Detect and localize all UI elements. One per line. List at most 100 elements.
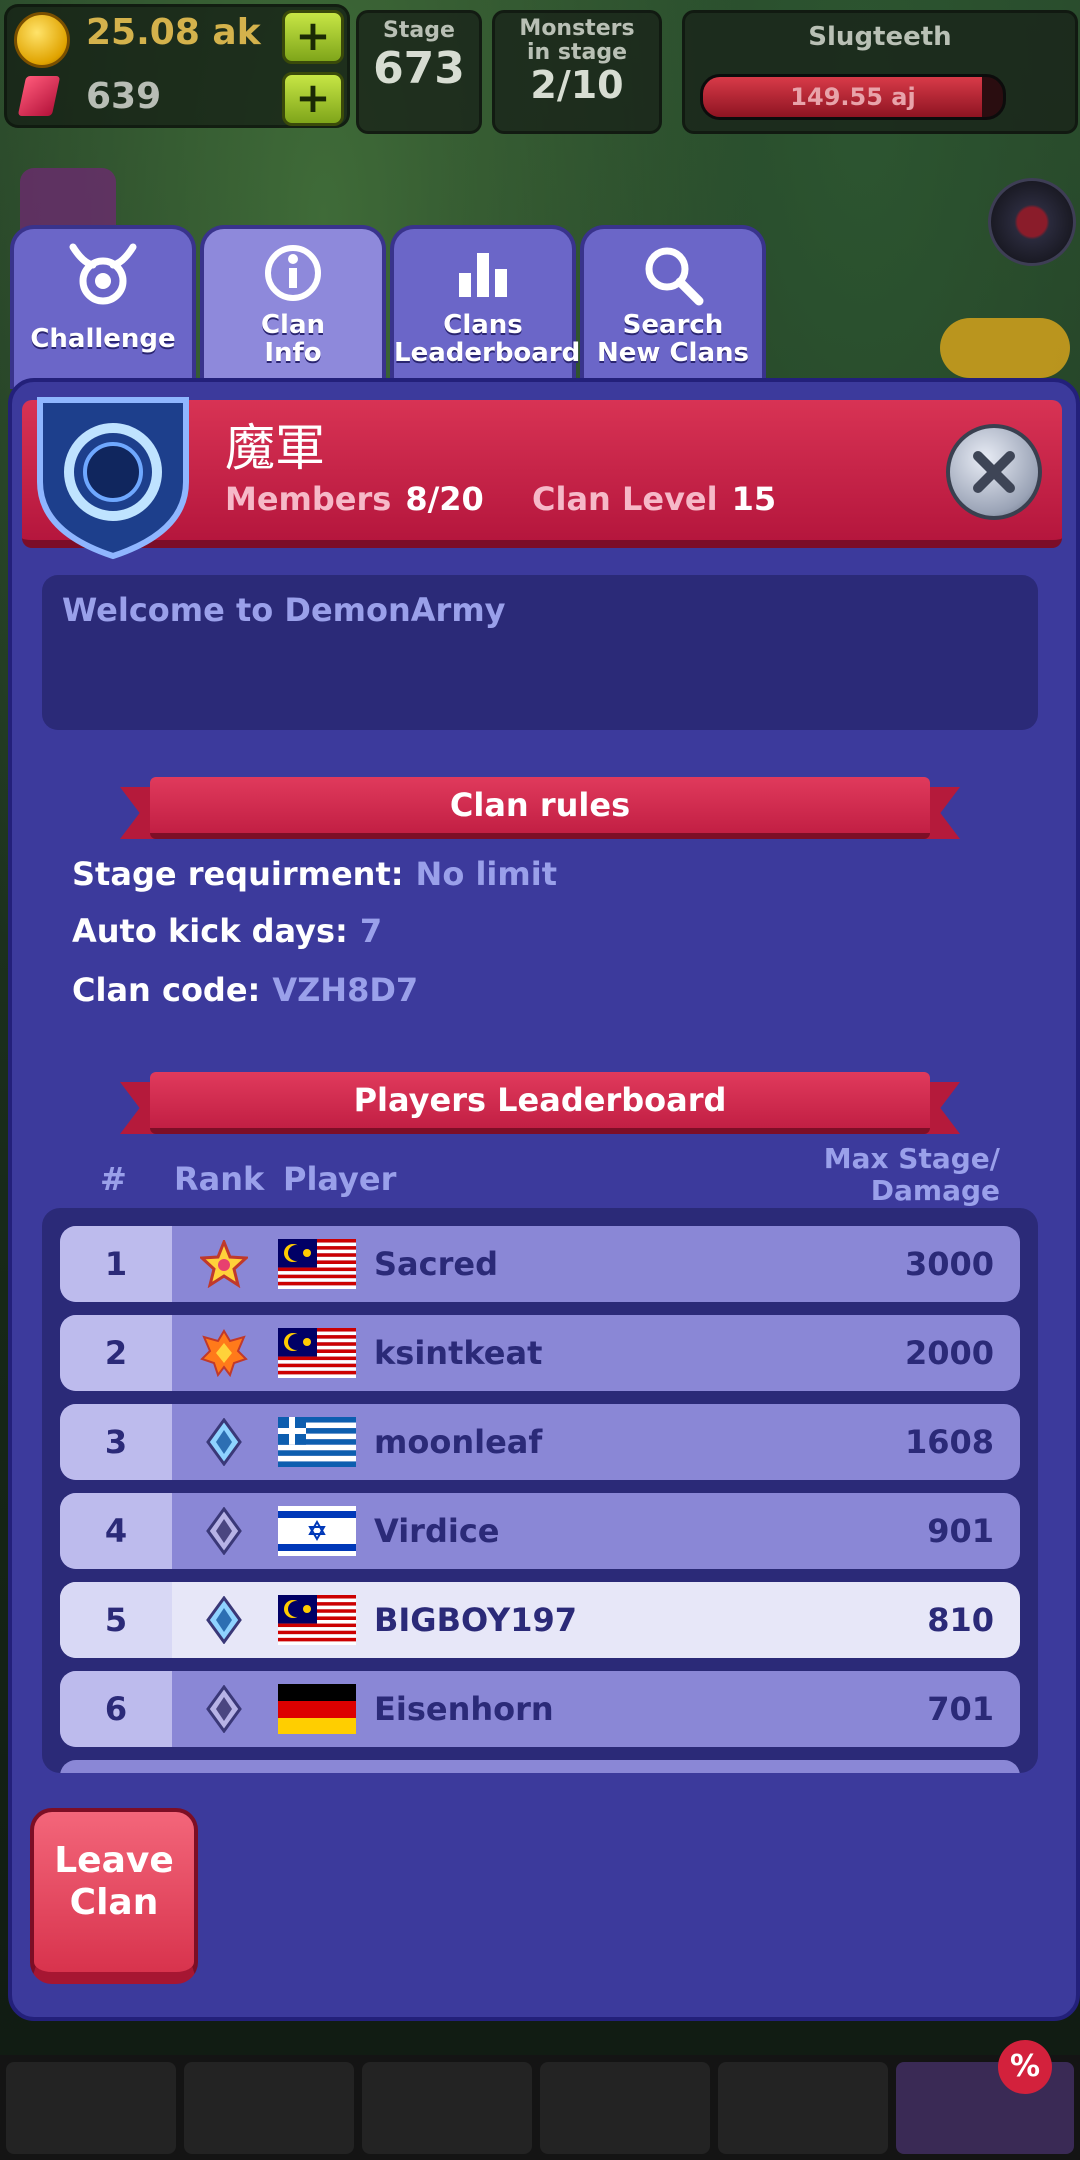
nav-artifacts-button[interactable]: [718, 2062, 888, 2154]
blue-diamond-icon: [206, 1418, 242, 1466]
tab-search-line-2: New Clans: [597, 338, 749, 368]
tab-clan-info-label: Clan Info: [204, 311, 382, 367]
leaderboard-row[interactable]: 2 ksintkeat 2000: [60, 1315, 1020, 1391]
close-icon: [973, 451, 1015, 493]
row-number: 2: [60, 1315, 172, 1391]
monsters-label-2: in stage: [527, 40, 627, 65]
info-icon: [265, 245, 321, 301]
clan-level-value: 15: [731, 480, 777, 518]
player-score: 701: [927, 1690, 994, 1728]
leave-clan-button[interactable]: Leave Clan: [30, 1808, 198, 1984]
close-button[interactable]: [946, 424, 1042, 520]
tab-search-new-clans-label: Search New Clans: [584, 311, 762, 367]
player-name: Virdice: [374, 1512, 500, 1550]
gold-amount: 25.08 ak: [86, 12, 261, 53]
tab-challenge[interactable]: Challenge: [10, 225, 196, 389]
leaderboard-row[interactable]: 1 Sacred 3000: [60, 1226, 1020, 1302]
flag-malaysia-icon: [278, 1239, 356, 1289]
members-label: Members: [225, 480, 392, 518]
purple-diamond-icon: [206, 1685, 242, 1733]
column-number: #: [100, 1160, 127, 1198]
player-score: 1608: [904, 1423, 994, 1461]
rule-stage: Stage requirment: No limit: [72, 855, 557, 893]
leaderboard-row[interactable]: 6 Eisenhorn 701: [60, 1671, 1020, 1747]
flag-greece-icon: [278, 1417, 356, 1467]
monsters-box: Monsters in stage 2/10: [492, 10, 662, 134]
search-icon: [645, 247, 704, 306]
gold-star-icon: [200, 1240, 248, 1288]
leave-label-2: Clan: [69, 1882, 159, 1923]
clan-shield-icon: [37, 397, 189, 560]
rule-code: Clan code: VZH8D7: [72, 971, 418, 1009]
player-score: 810: [927, 1601, 994, 1639]
blue-diamond-icon: [206, 1596, 242, 1644]
column-score: Max Stage/ Damage: [780, 1143, 1000, 1207]
horned-swirl-icon: [69, 243, 137, 305]
stage-label: Stage: [383, 18, 455, 43]
rule-stage-label: Stage requirment:: [72, 855, 404, 893]
row-number: 5: [60, 1582, 172, 1658]
clan-level-stat: Clan Level 15: [532, 480, 776, 518]
column-score-line-1: Max Stage/: [823, 1142, 1000, 1175]
shop-sale-badge: %: [998, 2040, 1052, 2094]
rule-kick-label: Auto kick days:: [72, 912, 348, 950]
player-score: 901: [927, 1512, 994, 1550]
leaderboard-row[interactable]: 5 BIGBOY197 810: [60, 1582, 1020, 1658]
leaderboard-row[interactable]: 4 Virdice 901: [60, 1493, 1020, 1569]
clan-name: 魔軍: [225, 419, 325, 477]
row-number: 1: [60, 1226, 172, 1302]
flag-malaysia-icon: [278, 1328, 356, 1378]
demon-portal-icon[interactable]: [988, 178, 1076, 266]
rule-stage-value: No limit: [415, 855, 557, 893]
player-name: Sacred: [374, 1245, 498, 1283]
add-gems-button[interactable]: +: [282, 72, 344, 126]
add-gold-button[interactable]: +: [282, 10, 344, 64]
tab-clans-leaderboard[interactable]: Clans Leaderboard: [390, 225, 581, 389]
tab-search-new-clans[interactable]: Search New Clans: [580, 225, 766, 389]
gold-coin-icon: [14, 12, 70, 68]
leaderboard-row-partial[interactable]: [60, 1760, 1020, 1773]
leave-label-1: Leave: [54, 1840, 174, 1881]
members-stat: Members 8/20: [225, 480, 484, 518]
monsters-label-1: Monsters: [519, 16, 635, 41]
column-rank: Rank: [174, 1160, 265, 1198]
tab-clan-info-line-1: Clan: [260, 310, 326, 340]
clan-rules-ribbon: Clan rules: [120, 777, 960, 841]
clan-level-label: Clan Level: [532, 480, 718, 518]
stage-box: Stage 673: [356, 10, 482, 134]
boss-name: Slugteeth: [808, 22, 952, 52]
column-player: Player: [283, 1160, 397, 1198]
stage-value: 673: [373, 43, 465, 94]
nav-pets-button[interactable]: [540, 2062, 710, 2154]
tab-clan-info-line-2: Info: [264, 338, 322, 368]
flag-israel-icon: [278, 1506, 356, 1556]
top-hud: 25.08 ak + 639 + Stage 673 Monsters in s…: [0, 0, 1080, 140]
row-number: 6: [60, 1671, 172, 1747]
bar-chart-icon: [459, 253, 507, 297]
angel-reward-icon[interactable]: [940, 318, 1070, 378]
tab-challenge-label: Challenge: [30, 324, 176, 354]
nav-skills-button[interactable]: [362, 2062, 532, 2154]
player-name: Eisenhorn: [374, 1690, 554, 1728]
column-score-line-2: Damage: [870, 1174, 1000, 1207]
players-leaderboard-ribbon: Players Leaderboard: [120, 1072, 960, 1136]
leaderboard-row[interactable]: 3 moonleaf 1608: [60, 1404, 1020, 1480]
clan-rules-title: Clan rules: [150, 777, 930, 839]
tab-clan-info[interactable]: Clan Info: [200, 225, 386, 389]
tab-clans-leaderboard-line-1: Clans: [443, 310, 523, 340]
members-value: 8/20: [405, 480, 484, 518]
players-list[interactable]: 1 Sacred 3000 2 ksintkeat 2000 3 moonleaf 1608 4 V…: [42, 1208, 1038, 1773]
boss-health-text: 149.55 aj: [790, 83, 916, 111]
welcome-text: Welcome to DemonArmy: [62, 591, 506, 629]
rule-code-value: VZH8D7: [272, 971, 419, 1009]
monsters-value: 2/10: [530, 63, 624, 107]
tab-clans-leaderboard-line-2: Leaderboard: [394, 338, 581, 368]
orange-emblem-icon: [200, 1329, 248, 1377]
player-name: ksintkeat: [374, 1334, 543, 1372]
tab-clans-leaderboard-label: Clans Leaderboard: [394, 310, 581, 368]
purple-diamond-icon: [206, 1507, 242, 1555]
rule-code-label: Clan code:: [72, 971, 261, 1009]
nav-team-button[interactable]: [184, 2062, 354, 2154]
player-score: 3000: [904, 1245, 994, 1283]
nav-hero-button[interactable]: [6, 2062, 176, 2154]
